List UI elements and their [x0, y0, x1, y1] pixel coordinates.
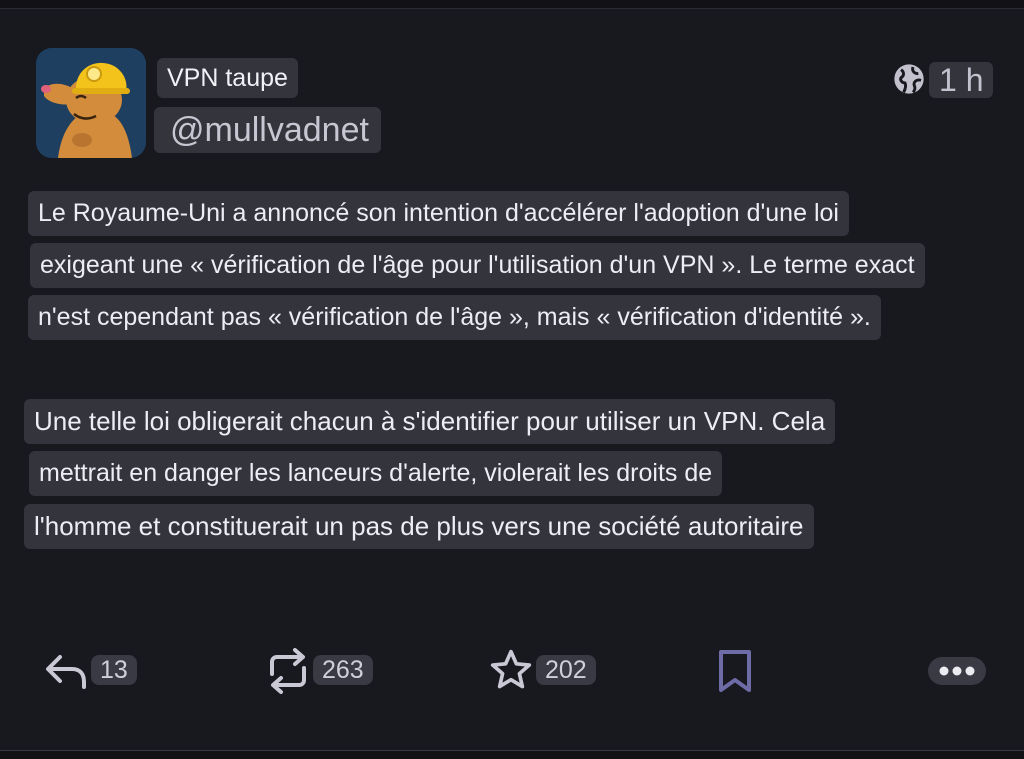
star-icon	[490, 649, 532, 689]
more-icon	[928, 657, 986, 685]
author-display-name[interactable]: VPN taupe	[157, 58, 298, 98]
reply-count: 13	[91, 655, 137, 685]
post-card: VPN taupe @mullvadnet 1 h Le Royaume-Uni…	[0, 0, 1024, 759]
favourite-count: 202	[536, 655, 596, 685]
post-text-line: exigeant une « vérification de l'âge pou…	[30, 243, 925, 288]
post-text-line: l'homme et constituerait un pas de plus …	[24, 504, 814, 549]
post-time[interactable]: 1 h	[929, 62, 994, 98]
reply-icon	[46, 655, 86, 689]
bookmark-icon	[719, 650, 751, 692]
post-text-line: mettrait en danger les lanceurs d'alerte…	[29, 451, 723, 496]
globe-icon	[894, 64, 924, 94]
post-text-line: Une telle loi obligerait chacun à s'iden…	[24, 399, 836, 444]
post-text-line: n'est cependant pas « vérification de l'…	[28, 295, 881, 340]
avatar[interactable]	[36, 48, 146, 158]
boost-count: 263	[313, 655, 373, 685]
mole-miner-avatar-icon	[36, 48, 146, 158]
top-divider	[0, 0, 1024, 9]
post-text-line: Le Royaume-Uni a annoncé son intention d…	[28, 191, 849, 236]
bottom-divider	[0, 750, 1024, 759]
author-handle[interactable]: @mullvadnet	[154, 107, 381, 153]
boost-icon	[270, 648, 306, 694]
